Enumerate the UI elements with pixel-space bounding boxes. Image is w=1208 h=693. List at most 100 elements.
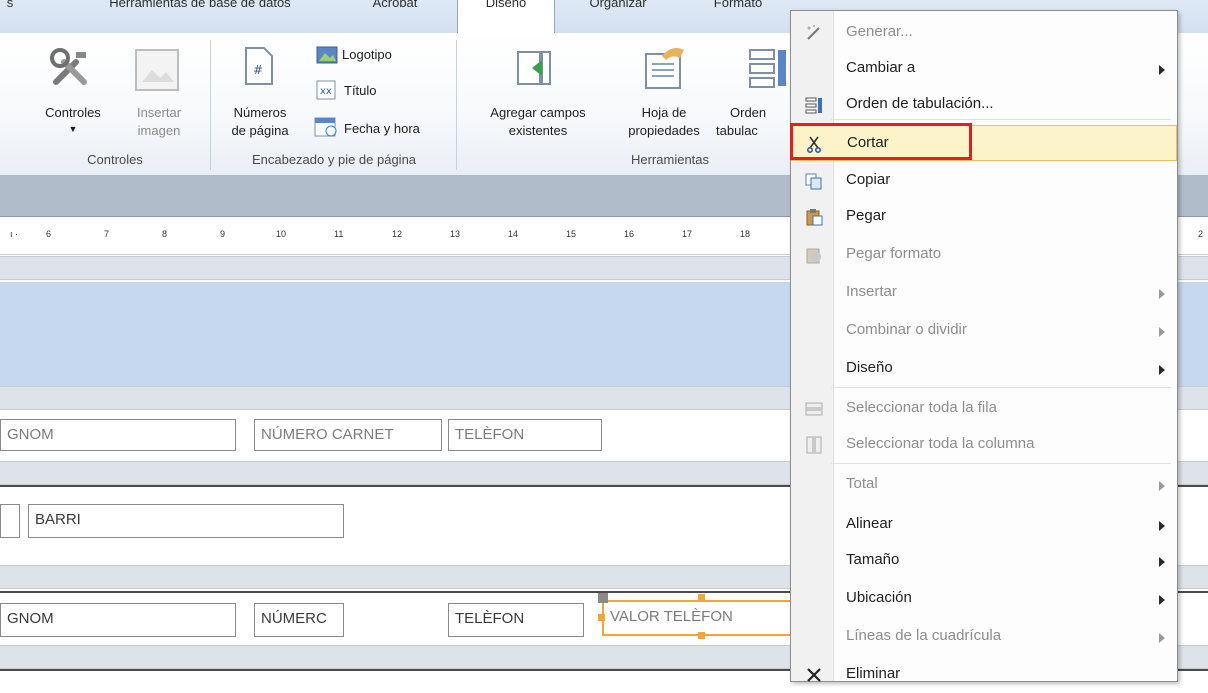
group-divider	[210, 40, 211, 170]
tab-organizar[interactable]: Organizar	[562, 0, 674, 32]
menu-item-seleccionar-toda-la-fila[interactable]: Seleccionar toda la fila	[791, 391, 1177, 427]
ruler-tick: 14	[508, 229, 519, 239]
menu-item-label: Seleccionar toda la fila	[846, 399, 997, 416]
tab-diseno[interactable]: Diseño	[457, 0, 555, 34]
submenu-arrow-icon	[1159, 521, 1165, 531]
menu-item-tamaño[interactable]: Tamaño	[791, 543, 1177, 579]
tab-order-ribbon-icon	[749, 49, 786, 88]
ruler-tick: 7	[104, 229, 110, 239]
menu-item-label: Líneas de la cuadrícula	[846, 627, 1002, 644]
menu-item-label: Pegar	[846, 207, 887, 224]
fecha-hora-button[interactable]: Fecha y hora	[344, 120, 420, 138]
ruler-tick: 17	[682, 229, 693, 239]
menu-item-label: Combinar o dividir	[846, 321, 967, 338]
field-numero[interactable]: NÚMERC	[254, 603, 344, 637]
ruler-tick: 16	[624, 229, 635, 239]
menu-item-label: Alinear	[846, 515, 893, 532]
menu-item-orden-de-tabulación[interactable]: Orden de tabulación...	[791, 87, 1177, 123]
orden-tabulacion-label-1[interactable]: Orden	[730, 104, 790, 122]
menu-item-label: Insertar	[846, 283, 897, 300]
highlight-box	[790, 123, 972, 160]
ruler-tick: 9	[220, 229, 226, 239]
add-existing-fields-icon	[517, 51, 551, 85]
resize-handle[interactable]	[598, 614, 605, 621]
ruler-tick: 15	[566, 229, 577, 239]
tab-herramientas-base-datos[interactable]: Herramientas de base de datos	[55, 0, 345, 32]
move-handle[interactable]	[598, 593, 608, 603]
submenu-arrow-icon	[1159, 633, 1165, 643]
menu-item-eliminar[interactable]: Eliminar	[791, 657, 1177, 693]
ruler-tick: 12	[392, 229, 403, 239]
delete-icon	[805, 666, 823, 684]
partial-field[interactable]	[0, 504, 20, 538]
field-gnom[interactable]: GNOM	[0, 603, 236, 637]
select-column-icon	[805, 436, 823, 454]
menu-item-ubicación[interactable]: Ubicación	[791, 581, 1177, 617]
agregar-campos-label-1[interactable]: Agregar campos	[468, 104, 608, 122]
menu-separator	[831, 387, 1171, 388]
submenu-arrow-icon	[1159, 365, 1165, 375]
resize-handle[interactable]	[698, 632, 705, 639]
menu-item-copiar[interactable]: Copiar	[791, 163, 1177, 199]
tab-acrobat[interactable]: Acrobat	[345, 0, 445, 32]
insert-image-icon	[135, 49, 179, 91]
menu-item-pegar[interactable]: Pegar	[791, 199, 1177, 235]
menu-item-label: Tamaño	[846, 551, 900, 568]
menu-item-label: Seleccionar toda la columna	[846, 435, 1035, 452]
menu-item-cambiar-a[interactable]: Cambiar a	[791, 51, 1177, 87]
controls-tools-icon	[50, 48, 87, 85]
ruler-tick: 2	[1198, 229, 1204, 239]
tab-partial[interactable]: s	[0, 0, 20, 32]
group-label-encabezado: Encabezado y pie de página	[251, 152, 417, 167]
menu-item-combinar-o-dividir[interactable]: Combinar o dividir	[791, 313, 1177, 349]
ruler-tick: 11	[334, 229, 344, 239]
chevron-down-icon[interactable]: ▼	[58, 120, 88, 138]
select-row-icon	[805, 400, 823, 418]
numeros-pagina-label-2[interactable]: de página	[218, 122, 302, 140]
insertar-imagen-label-1[interactable]: Insertar	[122, 104, 196, 122]
ruler-tick: 6	[46, 229, 52, 239]
field-telefon[interactable]: TELÈFON	[448, 603, 584, 637]
menu-item-insertar[interactable]: Insertar	[791, 275, 1177, 311]
label-numero-carnet[interactable]: NÚMERO CARNET	[254, 419, 442, 451]
tab-order-icon	[805, 96, 823, 114]
resize-handle[interactable]	[698, 594, 705, 601]
ruler-tick: 18	[740, 229, 751, 239]
field-valor-telefon[interactable]: VALOR TELÈFON	[602, 600, 798, 636]
menu-item-alinear[interactable]: Alinear	[791, 507, 1177, 543]
paste-format-icon	[805, 246, 823, 264]
submenu-arrow-icon	[1159, 557, 1165, 567]
titulo-button[interactable]: Título	[344, 82, 377, 100]
group-label-herramientas: Herramientas	[630, 152, 710, 167]
ruler-tick: 13	[450, 229, 461, 239]
insertar-imagen-label-2[interactable]: imagen	[122, 122, 196, 140]
generate-icon	[805, 24, 823, 42]
page-numbers-icon: #	[245, 47, 273, 85]
menu-item-diseño[interactable]: Diseño	[791, 351, 1177, 387]
menu-item-pegar-formato[interactable]: Pegar formato	[791, 237, 1177, 273]
menu-item-label: Eliminar	[846, 665, 901, 682]
tab-formato[interactable]: Formato	[688, 0, 788, 32]
label-telefon[interactable]: TELÈFON	[448, 419, 602, 451]
menu-item-total[interactable]: Total	[791, 467, 1177, 503]
agregar-campos-label-2[interactable]: existentes	[468, 122, 608, 140]
hoja-propiedades-label-2[interactable]: propiedades	[612, 122, 716, 140]
svg-text:#: #	[253, 63, 263, 77]
numeros-pagina-label-1[interactable]: Números	[218, 104, 302, 122]
menu-item-label: Pegar formato	[846, 245, 942, 262]
logotipo-button[interactable]: Logotipo	[342, 46, 392, 64]
hoja-propiedades-label-1[interactable]: Hoja de	[626, 104, 702, 122]
menu-item-seleccionar-toda-la-columna[interactable]: Seleccionar toda la columna	[791, 427, 1177, 463]
menu-item-generar[interactable]: Generar...	[791, 15, 1177, 51]
logo-icon	[316, 46, 338, 64]
group-label-controles: Controles	[87, 152, 143, 167]
label-gnom[interactable]: GNOM	[0, 419, 236, 451]
menu-item-label: Orden de tabulación...	[846, 95, 994, 112]
menu-separator	[831, 119, 1171, 120]
paste-icon	[805, 208, 823, 226]
orden-tabulacion-label-2[interactable]: tabulac	[716, 122, 790, 140]
menu-item-líneas-de-la-cuadrícula[interactable]: Líneas de la cuadrícula	[791, 619, 1177, 655]
field-barri[interactable]: BARRI	[28, 504, 344, 538]
group-divider	[456, 40, 457, 170]
date-time-icon	[314, 117, 337, 137]
